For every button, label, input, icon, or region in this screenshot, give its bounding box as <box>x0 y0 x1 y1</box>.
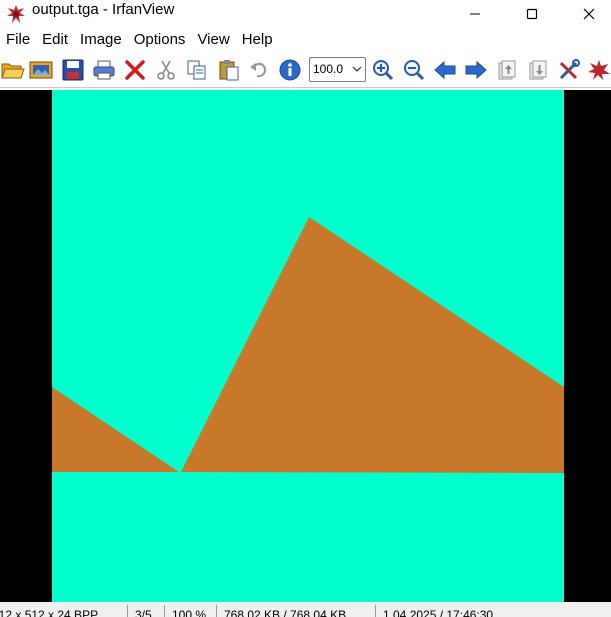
close-icon <box>583 8 595 20</box>
rendered-image <box>52 90 564 602</box>
irfanview-window: output.tga - IrfanView File Edit Image O… <box>0 0 611 617</box>
chevron-down-icon <box>352 66 362 72</box>
toolbar: 100.0 <box>0 53 611 88</box>
undo-button[interactable] <box>246 57 272 83</box>
status-bar: 512 x 512 x 24 BPP 3/5 100 % 768.02 KB /… <box>0 602 611 617</box>
minimize-button[interactable] <box>452 0 498 28</box>
slideshow-icon <box>29 61 53 79</box>
zoom-out-icon <box>404 60 425 81</box>
status-size: 768.02 KB / 768.04 KB <box>224 608 347 617</box>
irfanview-icon <box>588 60 610 80</box>
previous-page-icon <box>498 60 516 80</box>
status-separator <box>164 605 165 617</box>
menu-bar: File Edit Image Options View Help <box>0 28 611 52</box>
irfanview-icon[interactable] <box>6 4 26 24</box>
status-dimensions: 512 x 512 x 24 BPP <box>0 608 99 617</box>
image-viewport[interactable] <box>0 90 611 602</box>
undo-icon <box>250 62 267 78</box>
zoom-select[interactable]: 100.0 <box>309 57 366 82</box>
print-icon <box>93 60 115 80</box>
info-icon <box>279 59 301 81</box>
next-button[interactable] <box>463 57 489 83</box>
zoom-out-button[interactable] <box>401 57 427 83</box>
next-icon <box>465 60 487 80</box>
previous-icon <box>434 60 456 80</box>
maximize-button[interactable] <box>509 0 555 28</box>
paste-icon <box>219 60 239 81</box>
save-icon <box>62 59 84 81</box>
zoom-in-button[interactable] <box>370 57 396 83</box>
status-date: 1.04.2025 / 17:46:30 <box>383 608 494 617</box>
copy-button[interactable] <box>184 57 210 83</box>
menu-view[interactable]: View <box>191 29 235 51</box>
menu-options[interactable]: Options <box>128 29 192 51</box>
window-title: output.tga - IrfanView <box>32 1 175 18</box>
status-zoom: 100 % <box>172 608 207 617</box>
menu-image[interactable]: Image <box>74 29 128 51</box>
status-separator <box>216 605 217 617</box>
next-page-icon <box>529 60 547 80</box>
cut-icon <box>157 60 175 80</box>
copy-icon <box>187 60 206 80</box>
previous-page-button[interactable] <box>494 57 520 83</box>
previous-button[interactable] <box>432 57 458 83</box>
image-canvas <box>52 90 564 602</box>
close-button[interactable] <box>566 0 611 28</box>
open-button[interactable] <box>0 57 26 83</box>
paste-button[interactable] <box>216 57 242 83</box>
delete-button[interactable] <box>122 57 148 83</box>
slideshow-button[interactable] <box>28 57 54 83</box>
zoom-value: 100.0 <box>313 62 344 76</box>
settings-icon <box>559 59 580 80</box>
menu-file[interactable]: File <box>0 29 36 51</box>
next-page-button[interactable] <box>525 57 551 83</box>
title-bar: output.tga - IrfanView <box>0 0 611 28</box>
zoom-in-icon <box>373 60 394 81</box>
minimize-icon <box>470 13 480 15</box>
print-button[interactable] <box>91 57 117 83</box>
settings-button[interactable] <box>556 57 582 83</box>
cut-button[interactable] <box>153 57 179 83</box>
irfanview-logo-button[interactable] <box>586 57 611 83</box>
save-button[interactable] <box>60 57 86 83</box>
info-button[interactable] <box>277 57 303 83</box>
status-separator <box>375 605 376 617</box>
menu-help[interactable]: Help <box>236 29 279 51</box>
maximize-icon <box>526 8 538 20</box>
status-separator <box>127 605 128 617</box>
status-index: 3/5 <box>135 608 152 617</box>
open-folder-icon <box>1 63 25 79</box>
menu-edit[interactable]: Edit <box>36 29 74 51</box>
delete-icon <box>125 60 145 80</box>
